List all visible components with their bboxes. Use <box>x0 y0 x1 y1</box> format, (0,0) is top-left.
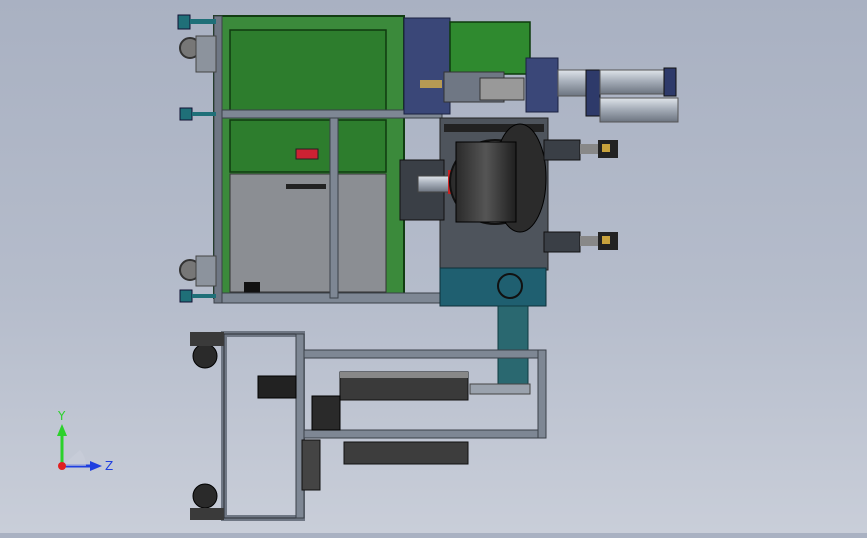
y-axis-head <box>57 424 67 436</box>
casters-upper <box>179 35 217 287</box>
z-axis-label: Z <box>105 459 113 473</box>
top-mechanism[interactable] <box>403 17 679 123</box>
drum-assembly[interactable] <box>399 117 549 389</box>
y-axis-label: Y <box>57 410 66 423</box>
axis-triad: Y Z <box>57 410 113 473</box>
z-axis-head <box>90 461 102 471</box>
cad-viewport[interactable]: Y Z <box>0 0 867 533</box>
casters-lower <box>190 332 224 520</box>
actuators-right <box>543 139 618 253</box>
x-axis-dot <box>58 462 66 470</box>
machine-model[interactable] <box>0 0 867 533</box>
